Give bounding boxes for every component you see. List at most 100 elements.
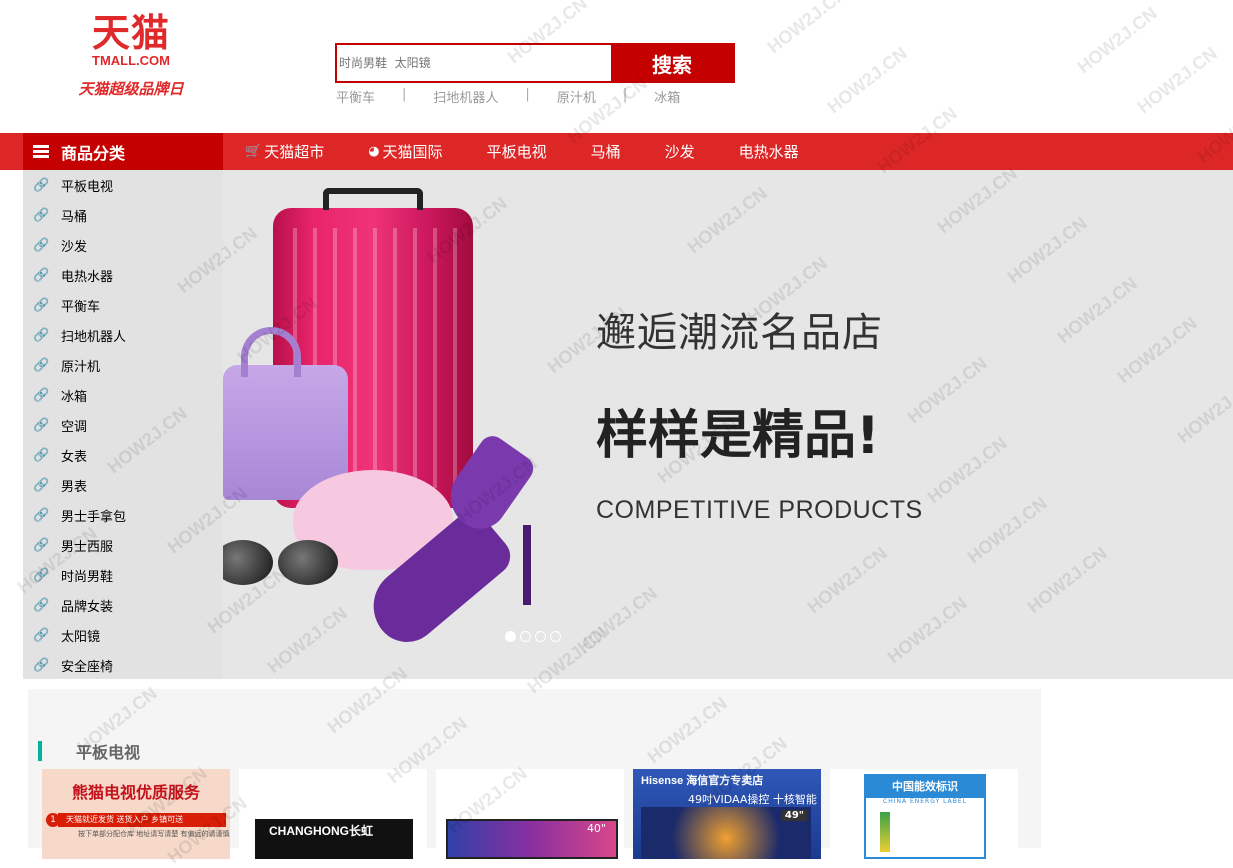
promo-note: 按下单部分配仓库 地址请写清楚 有偏远的请谨慎: [78, 830, 230, 838]
tv-brand-logo: CHANGHONG长虹: [269, 824, 373, 838]
list-icon: [33, 144, 49, 159]
carousel-dot[interactable]: [550, 631, 561, 642]
product-card[interactable]: CHANGHONG长虹: [239, 769, 427, 859]
sidebar-category-item[interactable]: 🔗 扫地机器人: [23, 320, 223, 350]
sidebar-category-label: 安全座椅: [61, 659, 114, 675]
energy-label-subtitle: CHINA ENERGY LABEL: [883, 798, 967, 805]
sidebar-category-item[interactable]: 🔗 空调: [23, 410, 223, 440]
store-brand-text: Hisense 海信官方专卖店: [641, 775, 764, 787]
sidebar-category-label: 沙发: [61, 239, 88, 255]
tv-size-label: 40": [586, 822, 606, 835]
hero-banner[interactable]: 邂逅潮流名品店 样样是精品! COMPETITIVE PRODUCTS: [223, 170, 1233, 679]
banner-subtitle: 样样是精品!: [596, 406, 880, 466]
banner-title: 邂逅潮流名品店: [596, 310, 883, 356]
sidebar-category-item[interactable]: 🔗 时尚男鞋: [23, 560, 223, 590]
energy-label-title: 中国能效标识: [866, 776, 984, 798]
tv-image: CHANGHONG长虹: [255, 819, 413, 859]
logo-domain-text: TMALL.COM: [92, 53, 170, 68]
nav-link-toilet[interactable]: 马桶: [591, 141, 621, 162]
sidebar-category-label: 电热水器: [61, 269, 114, 285]
search-button[interactable]: 搜索: [611, 45, 733, 81]
link-icon: 🔗: [33, 417, 50, 433]
sidebar-category-label: 马桶: [61, 209, 88, 225]
sidebar-category-item[interactable]: 🔗 冰箱: [23, 380, 223, 410]
sidebar-category-item[interactable]: 🔗 马桶: [23, 200, 223, 230]
search-input[interactable]: [337, 45, 611, 81]
sidebar-category-label: 男表: [61, 479, 88, 495]
sidebar-category-label: 平板电视: [61, 179, 114, 195]
carousel-dot[interactable]: [535, 631, 546, 642]
energy-label-image: 中国能效标识 CHINA ENERGY LABEL: [864, 774, 986, 859]
banner-english-text: COMPETITIVE PRODUCTS: [596, 496, 923, 524]
carousel-dot[interactable]: [505, 631, 516, 642]
separator: |: [525, 87, 530, 102]
sidebar-category-item[interactable]: 🔗 品牌女装: [23, 590, 223, 620]
product-card[interactable]: 熊猫电视优质服务 1 天猫就近发货 送货入户 乡镇可送 按下单部分配仓库 地址请…: [42, 769, 230, 859]
link-icon: 🔗: [33, 537, 50, 553]
nav-link-tmall-global[interactable]: ◕ 天猫国际: [368, 141, 442, 162]
title-accent-bar: [38, 741, 42, 761]
category-section-tv: 平板电视 熊猫电视优质服务 1 天猫就近发货 送货入户 乡镇可送 按下单部分配仓…: [28, 689, 1041, 859]
carousel-dot[interactable]: [520, 631, 531, 642]
product-card[interactable]: Hisense 海信官方专卖店 49吋VIDAA操控 十核智能 49": [633, 769, 821, 859]
nav-link-label: 天猫国际: [382, 143, 443, 161]
tmall-logo[interactable]: 天猫 TMALL.COM 天猫超级品牌日: [76, 12, 186, 99]
hot-word-link[interactable]: 扫地机器人: [433, 87, 498, 106]
globe-icon: ◕: [368, 144, 380, 159]
category-header-label: 商品分类: [61, 143, 126, 163]
sidebar-category-item[interactable]: 🔗 平板电视: [23, 170, 223, 200]
link-icon: 🔗: [33, 327, 50, 343]
hot-word-link[interactable]: 平衡车: [336, 87, 375, 106]
separator: |: [622, 87, 628, 102]
energy-rating-bar: [880, 812, 890, 852]
product-tagline: 49吋VIDAA操控 十核智能: [688, 793, 817, 806]
link-icon: 🔗: [33, 447, 50, 463]
tv-size-label: 49": [781, 810, 807, 821]
link-icon: 🔗: [33, 237, 50, 253]
link-icon: 🔗: [33, 567, 50, 583]
link-icon: 🔗: [33, 387, 50, 403]
sidebar-category-item[interactable]: 🔗 男表: [23, 470, 223, 500]
sidebar-category-label: 扫地机器人: [61, 329, 127, 345]
sidebar-category-item[interactable]: 🔗 平衡车: [23, 290, 223, 320]
nav-link-sofa[interactable]: 沙发: [665, 141, 695, 162]
hot-word-link[interactable]: 原汁机: [557, 87, 596, 106]
tv-image: 40": [446, 819, 618, 859]
nav-link-tv[interactable]: 平板电视: [487, 141, 547, 162]
sidebar-category-label: 冰箱: [61, 389, 88, 405]
section-title: 平板电视: [38, 739, 140, 763]
separator: |: [402, 87, 407, 102]
sidebar-category-label: 男士西服: [61, 539, 114, 555]
sidebar-category-item[interactable]: 🔗 原汁机: [23, 350, 223, 380]
header: 天猫 TMALL.COM 天猫超级品牌日 搜索 平衡车 | 扫地机器人 | 原汁…: [0, 0, 1233, 133]
hot-search-words: 平衡车 | 扫地机器人 | 原汁机 | 冰箱: [336, 87, 680, 106]
sidebar-category-label: 男士手拿包: [61, 509, 127, 525]
section-title-label: 平板电视: [76, 743, 141, 762]
sidebar-category-item[interactable]: 🔗 男士西服: [23, 530, 223, 560]
sidebar-category-label: 女表: [61, 449, 88, 465]
product-card[interactable]: 40": [436, 769, 624, 859]
nav-links: 🛒 天猫超市 ◕ 天猫国际 平板电视 马桶 沙发 电热水器: [245, 133, 843, 170]
nav-link-water-heater[interactable]: 电热水器: [739, 141, 799, 162]
tv-image: 49": [641, 807, 811, 859]
sidebar-category-item[interactable]: 🔗 太阳镜: [23, 620, 223, 650]
category-menu-header[interactable]: 商品分类: [23, 133, 223, 170]
sidebar-category-label: 太阳镜: [61, 629, 101, 645]
sidebar-category-item[interactable]: 🔗 女表: [23, 440, 223, 470]
sidebar-category-item[interactable]: 🔗 沙发: [23, 230, 223, 260]
nav-link-tmall-supermarket[interactable]: 🛒 天猫超市: [245, 141, 324, 162]
sidebar-category-item[interactable]: 🔗 安全座椅: [23, 650, 223, 680]
sidebar-category-item[interactable]: 🔗 男士手拿包: [23, 500, 223, 530]
link-icon: 🔗: [33, 207, 50, 223]
sidebar-category-label: 品牌女装: [61, 599, 114, 615]
hot-word-link[interactable]: 冰箱: [654, 87, 680, 106]
product-card[interactable]: 中国能效标识 CHINA ENERGY LABEL: [830, 769, 1018, 859]
sidebar-category-item[interactable]: 🔗 电热水器: [23, 260, 223, 290]
high-heel-image: [353, 430, 573, 656]
link-icon: 🔗: [33, 297, 50, 313]
search-bar: 搜索: [335, 43, 735, 83]
logo-main-text: 天猫: [91, 10, 170, 55]
nav-link-label: 天猫超市: [264, 143, 325, 161]
logo-slogan: 天猫超级品牌日: [78, 80, 184, 98]
link-icon: 🔗: [33, 357, 50, 373]
